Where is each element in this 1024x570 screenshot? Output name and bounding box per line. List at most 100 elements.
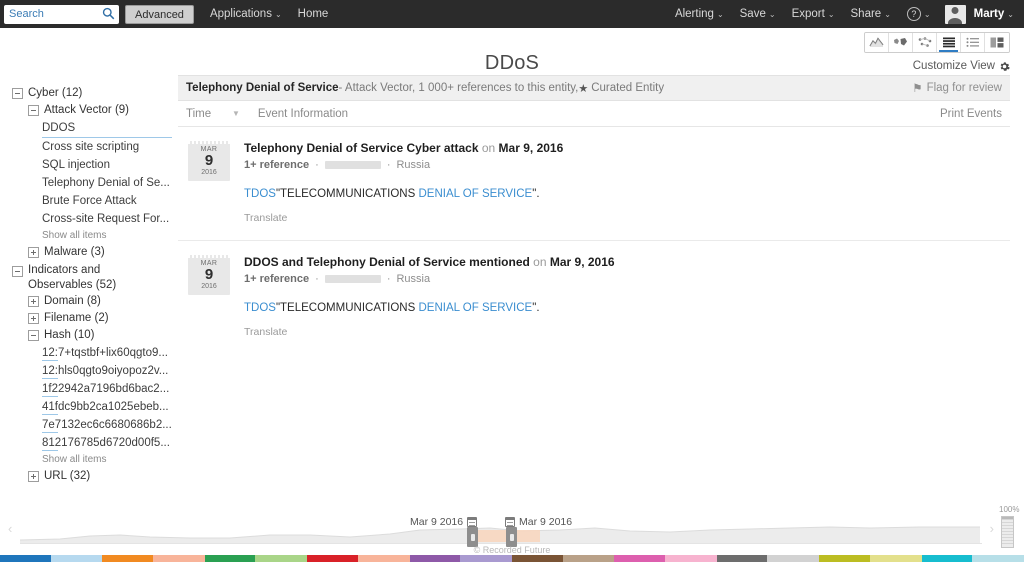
translate-button[interactable]: Translate (244, 326, 1002, 338)
sidebar-item-cross-site-scripting[interactable]: Cross site scripting (42, 138, 172, 156)
sidebar-group-cyber[interactable]: Cyber (12) (12, 85, 172, 102)
zoom-ladder[interactable] (1001, 516, 1014, 548)
table-row[interactable]: MAR 9 2016 DDOS and Telephony Denial of … (178, 241, 1010, 354)
sidebar-item-hash-1[interactable]: 12:hls0qgto9oiyopoz2v... (42, 362, 172, 380)
nav-applications-label: Applications (210, 8, 272, 20)
snippet-entity-link-dos[interactable]: DENIAL OF SERVICE (418, 302, 532, 314)
split-view-icon[interactable] (985, 33, 1009, 52)
timeline-scroll-right-icon[interactable]: › (990, 521, 994, 536)
event-title-text: DDOS and Telephony Denial of Service men… (244, 255, 530, 269)
sidebar-item-attack-vector[interactable]: Attack Vector (9) (12, 102, 172, 119)
sidebar-item-hash-5[interactable]: 812176785d6720d00f5... (42, 434, 172, 452)
sidebar-group-location[interactable]: Location (20) (12, 487, 172, 488)
timeline-zoom-control[interactable]: 100% (999, 505, 1016, 548)
zoom-percent-label: 100% (999, 505, 1016, 514)
sidebar-item-malware[interactable]: Malware (3) (12, 244, 172, 261)
sidebar-item-url[interactable]: URL (32) (12, 468, 172, 485)
network-view-icon[interactable] (913, 33, 937, 52)
sidebar-item-sql-injection[interactable]: SQL injection (42, 156, 172, 174)
event-title[interactable]: Telephony Denial of Service Cyber attack… (244, 141, 1002, 156)
color-bar-segment-8 (410, 555, 461, 562)
timeline-scroll-left-icon[interactable]: ‹ (8, 521, 12, 536)
timeline-track[interactable] (20, 520, 982, 544)
event-body: DDOS and Telephony Denial of Service men… (244, 255, 1002, 338)
sidebar-item-cross-site-request-forgery[interactable]: Cross-site Request For... (42, 210, 172, 228)
list-view-icon[interactable] (937, 33, 961, 52)
translate-button[interactable]: Translate (244, 212, 1002, 224)
collapse-icon[interactable] (28, 330, 39, 341)
top-nav-right-group: Alerting ⌄ Save ⌄ Export ⌄ Share ⌄ ? ⌄ M… (659, 5, 1014, 24)
sidebar-item-hash-0[interactable]: 12:7+tqstbf+lix60qgto9... (42, 344, 172, 362)
nav-home-label: Home (298, 8, 329, 20)
chevron-down-icon: ⌄ (924, 10, 931, 19)
print-events-button[interactable]: Print Events (940, 108, 1002, 120)
meta-separator: · (387, 159, 391, 171)
sidebar-item-filename-label: Filename (2) (44, 310, 109, 327)
sidebar-item-hash-2[interactable]: 1f22942a7196bd6bac2... (42, 380, 172, 398)
user-menu[interactable]: Marty ⌄ (945, 5, 1014, 24)
sidebar-item-domain[interactable]: Domain (8) (12, 293, 172, 310)
content-area: Cyber (12) Attack Vector (9) DDOS Cross … (0, 75, 1024, 488)
search-icon[interactable] (102, 7, 115, 20)
advanced-search-button[interactable]: Advanced (125, 5, 194, 24)
nav-share[interactable]: Share ⌄ (851, 8, 891, 20)
nav-help[interactable]: ? ⌄ (907, 7, 931, 21)
sidebar-group-indicators-and-observables[interactable]: Indicators and Observables (52) (12, 263, 172, 293)
search-box[interactable] (4, 5, 119, 24)
snippet-entity-link-dos[interactable]: DENIAL OF SERVICE (418, 188, 532, 200)
chevron-down-icon: ⌄ (275, 10, 282, 19)
sidebar-item-telephony-denial-of-service[interactable]: Telephony Denial of Se... (42, 174, 172, 192)
sidebar-item-hash-3[interactable]: 41fdc9bb2ca1025ebeb... (42, 398, 172, 416)
column-header-event-information: Event Information (258, 108, 348, 120)
nav-export[interactable]: Export ⌄ (792, 8, 835, 20)
snippet-text-end: ". (532, 302, 539, 314)
nav-save[interactable]: Save ⌄ (740, 8, 776, 20)
timeline-range-handle-end[interactable] (506, 527, 517, 547)
event-title[interactable]: DDOS and Telephony Denial of Service men… (244, 255, 1002, 270)
snippet-entity-link-tdos[interactable]: TDOS (244, 188, 276, 200)
event-date-day: 9 (188, 267, 230, 282)
map-view-icon[interactable] (889, 33, 913, 52)
meta-separator: · (315, 273, 319, 285)
event-body: Telephony Denial of Service Cyber attack… (244, 141, 1002, 224)
snippet-entity-link-tdos[interactable]: TDOS (244, 302, 276, 314)
sidebar-item-hash[interactable]: Hash (10) (12, 327, 172, 344)
customize-view-button[interactable]: Customize View (913, 60, 1010, 72)
sort-caret-icon[interactable]: ▼ (232, 109, 240, 118)
event-date-text: Mar 9, 2016 (499, 141, 564, 155)
timeline-footer: 100% ‹ › Mar 9 2016 Mar 9 2016 © Recorde… (0, 490, 1024, 562)
sidebar-item-hash-4[interactable]: 7e7132ec6c6680686b2... (42, 416, 172, 434)
sidebar-item-filename[interactable]: Filename (2) (12, 310, 172, 327)
sidebar-item-ddos[interactable]: DDOS (42, 119, 172, 138)
customize-view-label: Customize View (913, 60, 995, 72)
column-header-time[interactable]: Time (186, 108, 232, 120)
chevron-down-icon: ⌄ (769, 10, 776, 19)
flag-for-review-button[interactable]: ⚑ Flag for review (912, 81, 1002, 95)
expand-icon[interactable] (28, 296, 39, 307)
color-bar-segment-12 (614, 555, 665, 562)
nav-save-label: Save (740, 8, 766, 20)
sidebar-item-brute-force-attack[interactable]: Brute Force Attack (42, 192, 172, 210)
collapse-icon[interactable] (12, 266, 23, 277)
collapse-icon[interactable] (28, 105, 39, 116)
table-row[interactable]: MAR 9 2016 Telephony Denial of Service C… (178, 127, 1010, 241)
brand-footer: © Recorded Future (0, 545, 1024, 555)
search-input[interactable] (4, 6, 96, 23)
meta-separator: · (387, 273, 391, 285)
nav-applications[interactable]: Applications ⌄ (210, 8, 282, 20)
expand-icon[interactable] (28, 313, 39, 324)
chart-view-icon[interactable] (865, 33, 889, 52)
detail-list-view-icon[interactable] (961, 33, 985, 52)
nav-alerting[interactable]: Alerting ⌄ (675, 8, 724, 20)
sidebar-item-url-label: URL (32) (44, 468, 90, 485)
nav-alerting-label: Alerting (675, 8, 714, 20)
event-date-chip: MAR 9 2016 (188, 141, 230, 181)
show-all-items-hash[interactable]: Show all items (42, 452, 172, 468)
star-icon: ★ (578, 82, 588, 95)
expand-icon[interactable] (28, 247, 39, 258)
timeline-range-handle-start[interactable] (467, 527, 478, 547)
show-all-items-attack-vector[interactable]: Show all items (42, 228, 172, 244)
nav-home[interactable]: Home (298, 8, 329, 20)
expand-icon[interactable] (28, 471, 39, 482)
collapse-icon[interactable] (12, 88, 23, 99)
